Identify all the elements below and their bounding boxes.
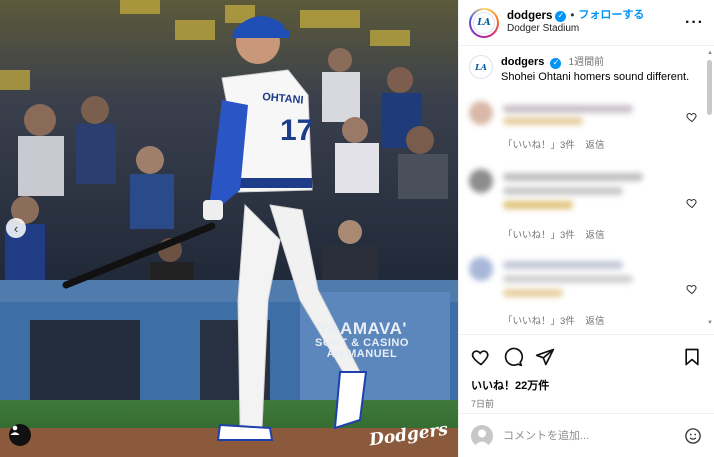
follow-button[interactable]: フォローする	[578, 9, 644, 23]
comment-likes[interactable]: 「いいね！」3件	[503, 230, 575, 241]
add-comment-bar	[459, 413, 714, 457]
heart-icon[interactable]	[686, 283, 698, 295]
bookmark-icon[interactable]	[682, 347, 702, 367]
caption-text: Shohei Ohtani homers sound different.	[501, 70, 690, 83]
scroll-up-arrow[interactable]: ▲	[707, 50, 713, 56]
reply-button[interactable]: 返信	[585, 230, 604, 241]
post-caption: LA dodgers ✓ 1週間前 Shohei Ohtani homers s…	[469, 55, 704, 85]
emoji-smile-icon[interactable]	[684, 427, 702, 445]
commenter-avatar[interactable]	[469, 169, 493, 193]
user-tag-icon[interactable]	[9, 424, 31, 446]
commenter-avatar[interactable]	[469, 101, 493, 125]
current-user-avatar	[471, 424, 493, 447]
caption-avatar[interactable]: LA	[469, 55, 493, 79]
post-side-panel: LA dodgers ✓ • フォローする Dodger Stadium ···…	[458, 0, 714, 457]
comments-section[interactable]: LA dodgers ✓ 1週間前 Shohei Ohtani homers s…	[459, 47, 714, 333]
like-heart-icon[interactable]	[471, 347, 491, 367]
sign-line-3: AN MANUEL	[326, 348, 398, 361]
comment-item: 「いいね！」3件 返信	[469, 257, 704, 327]
location-link[interactable]: Dodger Stadium	[507, 23, 685, 36]
photo-illustration: OHTANI 17	[0, 0, 458, 457]
caption-time: 1週間前	[568, 57, 605, 68]
post-actions: いいね！22万件 7日前	[459, 334, 714, 410]
post-photo[interactable]: OHTANI 17 YAAMAVA' SORT & CASINO AN MANU…	[0, 0, 458, 457]
likes-count[interactable]: いいね！22万件	[471, 377, 702, 393]
verified-icon: ✓	[550, 57, 562, 69]
caption-username[interactable]: dodgers	[501, 56, 544, 68]
jersey-number: 17	[280, 114, 313, 147]
reply-button[interactable]: 返信	[585, 316, 604, 327]
more-horizontal-icon[interactable]: ···	[685, 14, 704, 32]
comment-item: 「いいね！」3件 返信	[469, 169, 704, 241]
scroll-down-arrow[interactable]: ▼	[707, 320, 713, 326]
chevron-left-icon[interactable]: ‹	[6, 218, 26, 238]
separator-dot: •	[570, 10, 575, 23]
reply-button[interactable]: 返信	[585, 140, 604, 151]
comment-likes[interactable]: 「いいね！」3件	[503, 316, 575, 327]
la-logo-icon: LA	[473, 11, 495, 34]
heart-icon[interactable]	[686, 197, 698, 209]
comment-input[interactable]	[503, 429, 684, 442]
post-date: 7日前	[471, 399, 495, 409]
comment-item: 「いいね！」3件 返信	[469, 101, 704, 151]
heart-icon[interactable]	[686, 111, 698, 123]
profile-avatar[interactable]: LA	[469, 7, 499, 38]
comments-scrollbar[interactable]	[707, 60, 712, 115]
sign-line-1: YAAMAVA'	[317, 319, 407, 338]
comment-bubble-icon[interactable]	[503, 347, 523, 367]
comment-likes[interactable]: 「いいね！」3件	[503, 140, 575, 151]
verified-icon: ✓	[555, 10, 567, 22]
share-send-icon[interactable]	[535, 347, 555, 367]
post-header: LA dodgers ✓ • フォローする Dodger Stadium ···	[459, 0, 714, 46]
header-username[interactable]: dodgers	[507, 9, 552, 23]
commenter-avatar[interactable]	[469, 257, 493, 281]
stadium-sign: YAAMAVA' SORT & CASINO AN MANUEL	[315, 320, 409, 361]
